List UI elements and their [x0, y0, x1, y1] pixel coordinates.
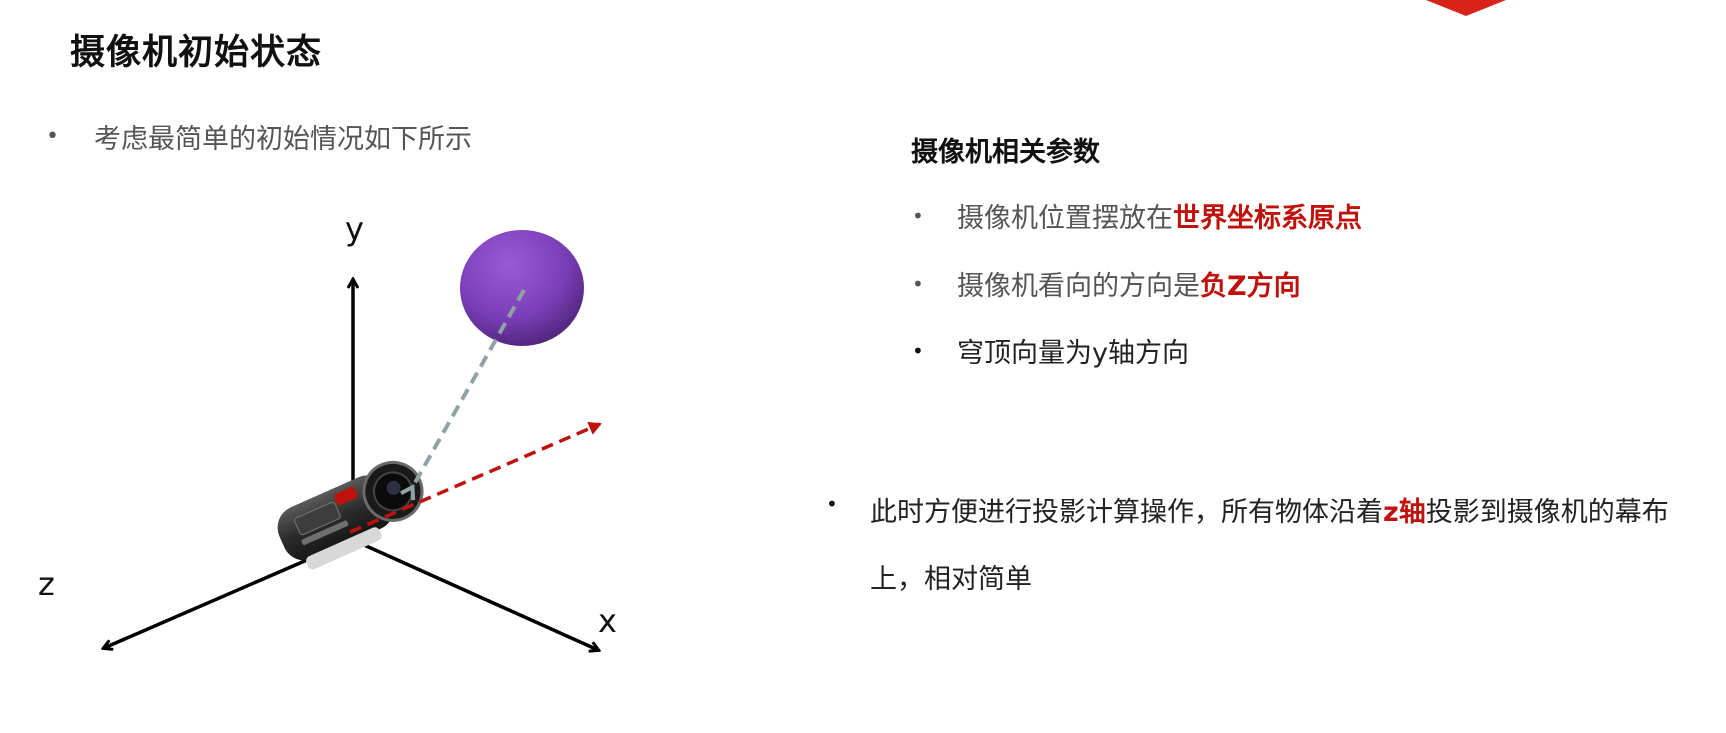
params-heading: 摄像机相关参数 [911, 137, 1100, 168]
param-highlight: 世界坐标系原点 [1173, 203, 1362, 234]
note-text: 此时方便进行投影计算操作，所有物体沿着 [870, 497, 1383, 528]
note-line-1: 此时方便进行投影计算操作，所有物体沿着z轴投影到摄像机的幕布 [870, 490, 1669, 529]
x-axis [352, 538, 598, 650]
bullet-dot: • [912, 271, 924, 296]
note-highlight: z轴 [1383, 497, 1426, 528]
bullet-dot: • [912, 338, 924, 363]
note-text: 投影到摄像机的幕布 [1425, 497, 1669, 528]
param-text: 摄像机看向的方向是 [957, 271, 1200, 302]
param-item-up-vector: • 穹顶向量为y轴方向 [912, 331, 1189, 370]
sphere-object [460, 230, 584, 346]
x-axis-label: x [598, 602, 617, 640]
z-axis-label: z [38, 565, 55, 603]
param-text: 穹顶向量为y轴方向 [957, 338, 1189, 369]
param-item-direction: • 摄像机看向的方向是 负Z方向 [912, 264, 1301, 303]
camera-axes-diagram: y z x [38, 210, 617, 733]
bullet-dot: • [912, 203, 924, 228]
param-item-position: • 摄像机位置摆放在 世界坐标系原点 [912, 196, 1362, 235]
param-highlight: 负Z方向 [1200, 271, 1301, 302]
corner-mark-icon [1426, 0, 1506, 16]
y-axis-label: y [345, 210, 364, 248]
note-line-2: 上，相对简单 [870, 564, 1032, 595]
bullet-dot: • [826, 492, 838, 516]
param-text: 摄像机位置摆放在 [957, 203, 1173, 234]
slide: 摄像机初始状态 • 考虑最简单的初始情况如下所示 y z x 摄像机相关参数 •… [0, 0, 1726, 733]
